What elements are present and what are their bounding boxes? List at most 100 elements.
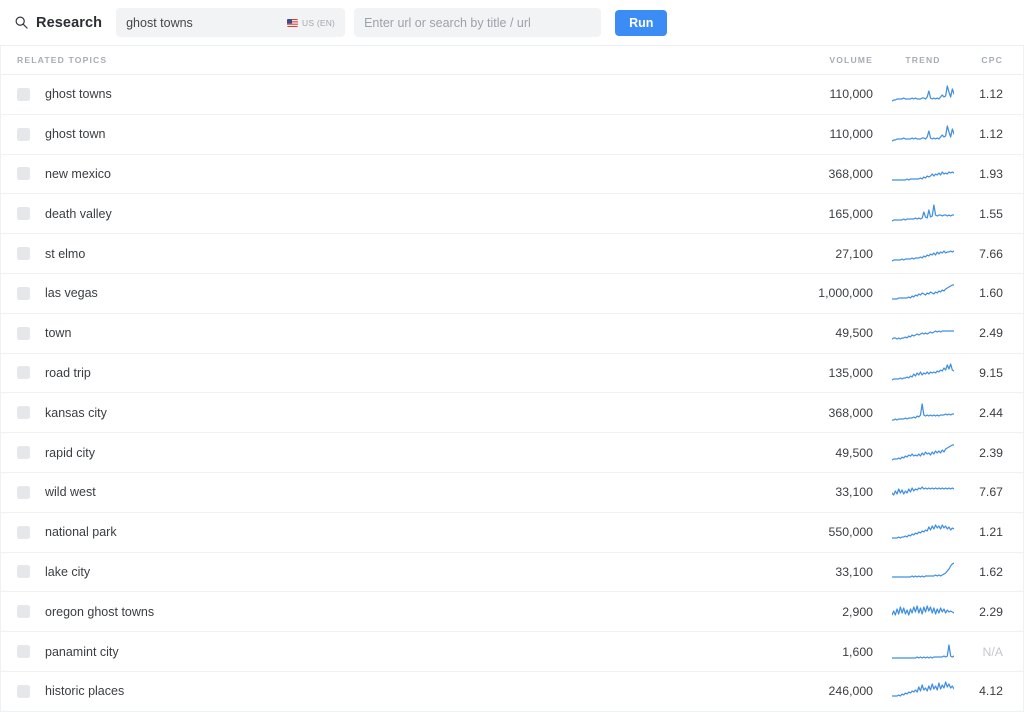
topic-label: oregon ghost towns xyxy=(45,604,155,619)
cpc-value: 1.62 xyxy=(979,564,1003,579)
column-header-volume[interactable]: VOLUME xyxy=(769,55,885,65)
topic-cell: ghost towns xyxy=(1,87,769,101)
volume-value: 27,100 xyxy=(835,246,873,261)
cpc-cell: 2.49 xyxy=(961,324,1023,342)
volume-value: 33,100 xyxy=(835,564,873,579)
url-input[interactable]: Enter url or search by title / url xyxy=(354,8,602,37)
table-row[interactable]: ghost towns 110,000 1.12 xyxy=(1,75,1023,115)
topic-cell: historic places xyxy=(1,684,769,698)
volume-cell: 246,000 xyxy=(769,682,885,700)
column-header-related-topics[interactable]: RELATED TOPICS xyxy=(1,55,769,65)
row-checkbox[interactable] xyxy=(17,446,30,460)
cpc-cell: 4.12 xyxy=(961,682,1023,700)
run-button[interactable]: Run xyxy=(615,9,668,36)
topic-label: road trip xyxy=(45,365,91,380)
cpc-value: 7.66 xyxy=(979,246,1003,261)
trend-cell xyxy=(885,362,961,384)
table-row[interactable]: lake city 33,100 1.62 xyxy=(1,552,1023,593)
table-row[interactable]: ghost town 110,000 1.12 xyxy=(1,114,1023,155)
row-checkbox[interactable] xyxy=(17,326,30,340)
volume-value: 368,000 xyxy=(828,405,873,420)
volume-cell: 110,000 xyxy=(769,85,885,103)
volume-value: 110,000 xyxy=(829,87,873,102)
keyword-input-value: ghost towns xyxy=(126,15,193,30)
table-row[interactable]: kansas city 368,000 2.44 xyxy=(1,393,1023,434)
row-checkbox[interactable] xyxy=(17,485,30,499)
volume-cell: 2,900 xyxy=(769,603,885,621)
volume-value: 49,500 xyxy=(835,326,873,341)
cpc-value: 7.67 xyxy=(979,485,1003,500)
locale-selector[interactable]: US (EN) xyxy=(287,18,335,28)
row-checkbox[interactable] xyxy=(17,645,30,659)
topic-cell: national park xyxy=(1,525,769,539)
row-checkbox[interactable] xyxy=(17,406,30,420)
table-row[interactable]: death valley 165,000 1.55 xyxy=(1,194,1023,235)
cpc-cell: 2.39 xyxy=(961,444,1023,462)
row-checkbox[interactable] xyxy=(17,127,30,141)
url-input-placeholder: Enter url or search by title / url xyxy=(364,15,531,30)
topic-cell: rapid city xyxy=(1,446,769,460)
topic-label: wild west xyxy=(45,485,96,500)
trend-sparkline xyxy=(892,123,954,145)
cpc-cell: 2.29 xyxy=(961,603,1023,621)
cpc-value: 2.39 xyxy=(979,445,1003,460)
column-header-cpc[interactable]: CPC xyxy=(961,55,1023,65)
topic-cell: ghost town xyxy=(1,127,769,141)
cpc-cell: 1.55 xyxy=(961,205,1023,223)
topic-label: national park xyxy=(45,525,117,540)
table-row[interactable]: national park 550,000 1.21 xyxy=(1,512,1023,553)
volume-cell: 1,600 xyxy=(769,643,885,661)
row-checkbox[interactable] xyxy=(17,286,30,300)
volume-cell: 33,100 xyxy=(769,563,885,581)
volume-value: 550,000 xyxy=(828,525,873,540)
table-row[interactable]: las vegas 1,000,000 1.60 xyxy=(1,273,1023,314)
row-checkbox[interactable] xyxy=(17,247,30,261)
table-row[interactable]: historic places 246,000 4.12 xyxy=(1,671,1023,712)
table-row[interactable]: road trip 135,000 9.15 xyxy=(1,353,1023,394)
table-row[interactable]: town 49,500 2.49 xyxy=(1,313,1023,354)
topic-cell: panamint city xyxy=(1,645,769,659)
topic-cell: oregon ghost towns xyxy=(1,605,769,619)
topic-cell: st elmo xyxy=(1,247,769,261)
topic-label: st elmo xyxy=(45,246,86,261)
trend-sparkline xyxy=(892,680,954,702)
table-row[interactable]: new mexico 368,000 1.93 xyxy=(1,154,1023,195)
volume-cell: 368,000 xyxy=(769,404,885,422)
topic-label: rapid city xyxy=(45,445,96,460)
trend-cell xyxy=(885,442,961,464)
table-row[interactable]: panamint city 1,600 N/A xyxy=(1,632,1023,672)
row-checkbox[interactable] xyxy=(17,87,30,101)
trend-cell xyxy=(885,641,961,663)
trend-sparkline xyxy=(892,561,954,583)
topic-label: kansas city xyxy=(45,405,107,420)
row-checkbox[interactable] xyxy=(17,565,30,579)
trend-sparkline xyxy=(892,322,954,344)
keyword-input[interactable]: ghost towns US (EN) xyxy=(116,8,346,37)
trend-cell xyxy=(885,243,961,265)
row-checkbox[interactable] xyxy=(17,605,30,619)
row-checkbox[interactable] xyxy=(17,684,30,698)
topic-cell: town xyxy=(1,326,769,340)
cpc-cell: 1.60 xyxy=(961,284,1023,302)
row-checkbox[interactable] xyxy=(17,366,30,380)
row-checkbox[interactable] xyxy=(17,525,30,539)
trend-cell xyxy=(885,601,961,623)
topic-label: lake city xyxy=(45,564,91,579)
brand: Research xyxy=(14,15,102,31)
table-row[interactable]: rapid city 49,500 2.39 xyxy=(1,433,1023,473)
trend-cell xyxy=(885,163,961,185)
column-header-trend[interactable]: TREND xyxy=(885,55,961,65)
table-row[interactable]: st elmo 27,100 7.66 xyxy=(1,234,1023,274)
cpc-cell: 7.67 xyxy=(961,483,1023,501)
topic-label: panamint city xyxy=(45,644,119,659)
row-checkbox[interactable] xyxy=(17,167,30,181)
topic-label: las vegas xyxy=(45,286,98,301)
trend-sparkline xyxy=(892,203,954,225)
volume-cell: 135,000 xyxy=(769,364,885,382)
trend-sparkline xyxy=(892,243,954,265)
table-row[interactable]: wild west 33,100 7.67 xyxy=(1,472,1023,513)
search-icon xyxy=(14,15,29,30)
table-row[interactable]: oregon ghost towns 2,900 2.29 xyxy=(1,592,1023,633)
row-checkbox[interactable] xyxy=(17,207,30,221)
trend-sparkline xyxy=(892,362,954,384)
